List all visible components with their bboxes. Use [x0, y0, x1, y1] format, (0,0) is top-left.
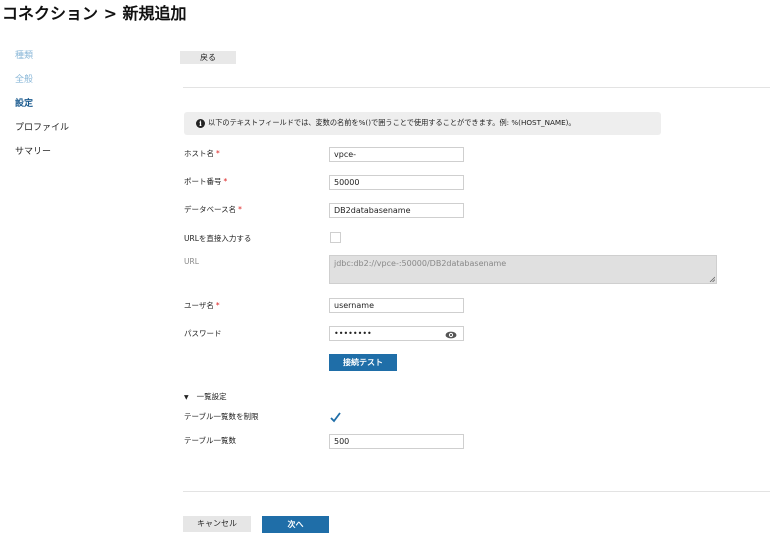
count-input[interactable]: 500: [329, 434, 464, 449]
back-button[interactable]: 戻る: [180, 51, 236, 64]
required-mark: *: [216, 149, 220, 158]
username-label: ユーザ名 *: [184, 301, 220, 310]
limit-label: テーブル一覧数を制限: [184, 412, 259, 421]
step-profile: プロファイル: [15, 123, 70, 133]
info-banner: i 以下のテキストフィールドでは、変数の名前を%()で囲うことで使用することがで…: [184, 112, 661, 135]
hostname-input[interactable]: vpce-: [329, 147, 464, 162]
info-text: 以下のテキストフィールドでは、変数の名前を%()で囲うことで使用することができま…: [208, 118, 576, 127]
required-mark: *: [238, 205, 242, 214]
resize-grip-icon: [709, 276, 715, 282]
caret-down-icon: ▼: [184, 394, 189, 401]
url-value: jdbc:db2://vpce-:50000/DB2databasename: [334, 259, 507, 268]
test-connection-button[interactable]: 接続テスト: [329, 354, 397, 371]
step-type[interactable]: 種類: [15, 50, 165, 74]
url-textarea: jdbc:db2://vpce-:50000/DB2databasename: [329, 255, 717, 284]
hostname-label: ホスト名 *: [184, 149, 220, 158]
password-input[interactable]: ••••••••: [329, 326, 464, 341]
direct-url-label: URLを直接入力する: [184, 234, 252, 243]
count-label: テーブル一覧数: [184, 436, 237, 445]
limit-checkbox[interactable]: [329, 411, 342, 424]
database-input[interactable]: DB2databasename: [329, 203, 464, 218]
page-title: コネクション > 新規追加: [2, 4, 187, 23]
list-settings-toggle[interactable]: ▼ 一覧設定: [184, 391, 227, 402]
divider: [183, 87, 770, 88]
eye-icon[interactable]: [445, 331, 457, 339]
port-label: ポート番号 *: [184, 177, 228, 186]
port-input[interactable]: 50000: [329, 175, 464, 190]
next-button[interactable]: 次へ: [262, 516, 329, 533]
username-input[interactable]: username: [329, 298, 464, 313]
database-label: データベース名 *: [184, 205, 242, 214]
direct-url-checkbox[interactable]: [330, 232, 341, 243]
required-mark: *: [215, 301, 220, 310]
step-general[interactable]: 全般: [15, 74, 165, 98]
step-settings: 設定: [15, 99, 34, 109]
divider: [183, 491, 770, 492]
required-mark: *: [223, 177, 228, 186]
info-icon: i: [196, 119, 205, 128]
step-summary: サマリー: [15, 147, 52, 157]
url-label: URL: [184, 257, 199, 266]
wizard-steps: 種類 全般 設定 プロファイル サマリー: [15, 50, 165, 170]
password-label: パスワード: [184, 329, 222, 338]
cancel-button[interactable]: キャンセル: [183, 516, 251, 532]
